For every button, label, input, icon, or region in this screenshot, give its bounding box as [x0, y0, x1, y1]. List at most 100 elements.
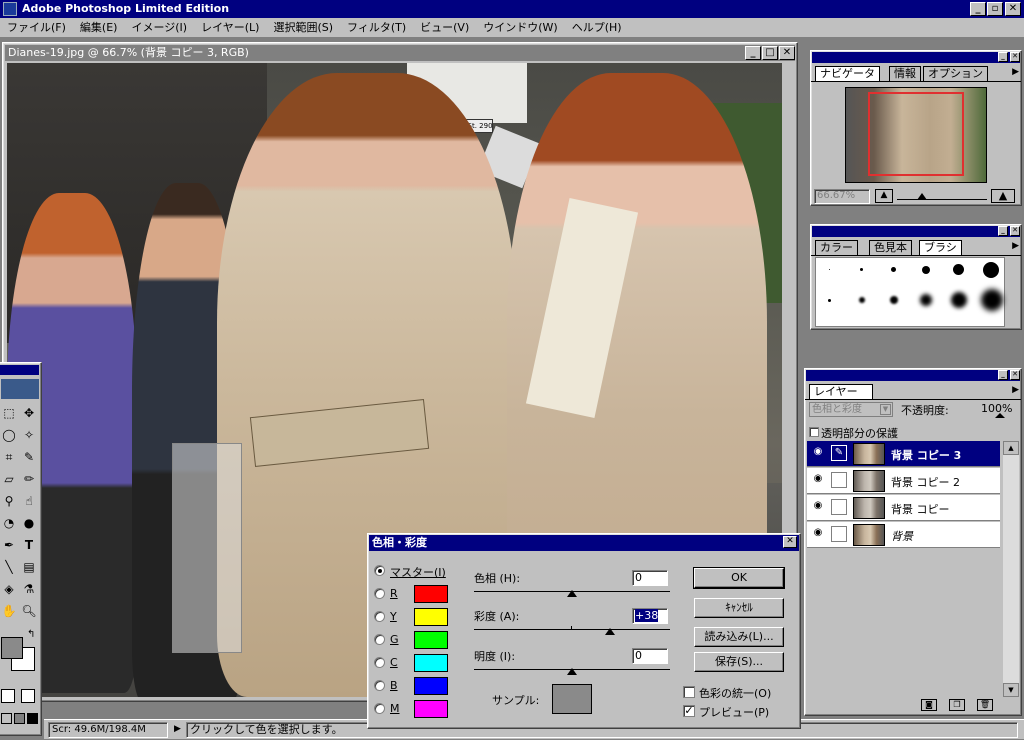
- load-button[interactable]: 読み込み(L)...: [694, 627, 784, 647]
- gradient-tool-icon[interactable]: ▤: [19, 557, 39, 577]
- navigator-zoom-slider[interactable]: [897, 199, 987, 200]
- colorize-checkbox[interactable]: [683, 686, 695, 698]
- brush-tip[interactable]: [983, 262, 999, 278]
- trash-icon[interactable]: 🗑︎: [977, 699, 993, 711]
- screen-mode-1-icon[interactable]: [1, 713, 12, 724]
- save-button[interactable]: 保存(S)...: [694, 652, 784, 672]
- layers-vscroll[interactable]: ▲ ▼: [1003, 441, 1019, 697]
- menu-item[interactable]: イメージ(I): [124, 18, 194, 37]
- eye-icon[interactable]: ◉: [811, 447, 825, 457]
- new-layer-icon[interactable]: ❐: [949, 699, 965, 711]
- preview-checkbox[interactable]: ✓: [683, 705, 695, 717]
- burn-tool-icon[interactable]: ●: [19, 513, 39, 533]
- status-arrow-icon[interactable]: ▶: [174, 724, 181, 734]
- eye-icon[interactable]: ◉: [811, 501, 825, 511]
- swap-colors-icon[interactable]: ↰: [27, 629, 35, 640]
- channel-radio[interactable]: [374, 680, 385, 691]
- brush-tip[interactable]: [891, 267, 896, 272]
- menu-item[interactable]: フィルタ(T): [340, 18, 413, 37]
- channel-radio[interactable]: [374, 611, 385, 622]
- ok-button[interactable]: OK: [693, 567, 785, 589]
- pen-tool-icon[interactable]: ✒: [0, 535, 19, 555]
- eye-icon[interactable]: ◉: [811, 474, 825, 484]
- foreground-color-swatch[interactable]: [1, 637, 23, 659]
- scratch-size[interactable]: Scr: 49.6M/198.4M: [48, 722, 168, 738]
- magic-wand-tool-icon[interactable]: ✧: [19, 425, 39, 445]
- zoom-out-icon[interactable]: ▲: [875, 189, 893, 203]
- zoom-in-icon[interactable]: ▲: [991, 189, 1015, 203]
- eraser-tool-icon[interactable]: ▱: [0, 469, 19, 489]
- preserve-transparency-checkbox[interactable]: [809, 427, 819, 437]
- lasso-tool-icon[interactable]: ◯: [0, 425, 19, 445]
- brush-tip[interactable]: [981, 289, 1003, 311]
- brush-tool-icon[interactable]: ✎: [19, 447, 39, 467]
- opacity-slider-thumb[interactable]: [995, 413, 1005, 418]
- stamp-tool-icon[interactable]: ⚲: [0, 491, 19, 511]
- layers-minimize-button[interactable]: _: [998, 370, 1008, 380]
- brushes-menu-arrow-icon[interactable]: ▶: [1012, 241, 1019, 251]
- hue-input[interactable]: 0: [632, 570, 668, 586]
- eye-icon[interactable]: ◉: [811, 528, 825, 538]
- saturation-input[interactable]: +38: [632, 608, 668, 624]
- channel-option[interactable]: R: [374, 585, 464, 605]
- channel-radio[interactable]: [374, 565, 385, 576]
- tab-swatches[interactable]: 色見本: [869, 240, 912, 255]
- tab-info[interactable]: 情報: [889, 66, 921, 81]
- brushes-minimize-button[interactable]: _: [998, 226, 1008, 236]
- layer-row-copy-2[interactable]: ◉ 背景 コピー 2: [807, 468, 1000, 494]
- document-minimize-button[interactable]: _: [745, 46, 761, 60]
- tab-color[interactable]: カラー: [815, 240, 858, 255]
- dodge-tool-icon[interactable]: ◔: [0, 513, 19, 533]
- type-tool-icon[interactable]: T: [19, 535, 39, 555]
- bucket-tool-icon[interactable]: ◈: [0, 579, 19, 599]
- navigator-preview[interactable]: [845, 87, 987, 183]
- blend-mode-select[interactable]: 色相と彩度 ▼: [809, 402, 893, 417]
- document-maximize-button[interactable]: □: [762, 46, 778, 60]
- tab-brushes[interactable]: ブラシ: [919, 240, 962, 255]
- saturation-slider-thumb[interactable]: [605, 628, 615, 635]
- tab-options[interactable]: オプション: [923, 66, 988, 81]
- channel-radio[interactable]: [374, 588, 385, 599]
- layer-link-box[interactable]: [831, 499, 847, 515]
- menu-item[interactable]: 選択範囲(S): [266, 18, 340, 37]
- saturation-slider[interactable]: [474, 629, 670, 630]
- channel-radio[interactable]: [374, 634, 385, 645]
- brush-tip[interactable]: [920, 294, 932, 306]
- channel-radio[interactable]: [374, 703, 385, 714]
- layer-link-box[interactable]: [831, 472, 847, 488]
- screen-mode-2-icon[interactable]: [14, 713, 25, 724]
- brush-tip[interactable]: [922, 266, 930, 274]
- brush-tip[interactable]: [860, 268, 863, 271]
- lightness-input[interactable]: 0: [632, 648, 668, 664]
- marquee-tool-icon[interactable]: ⬚: [0, 403, 19, 423]
- smudge-tool-icon[interactable]: ☝: [19, 491, 39, 511]
- menu-item[interactable]: ウインドウ(W): [476, 18, 564, 37]
- app-restore-button[interactable]: ▫: [987, 2, 1003, 16]
- menu-item[interactable]: ファイル(F): [0, 18, 73, 37]
- channel-option[interactable]: マスター(I): [374, 562, 464, 582]
- layer-mask-icon[interactable]: ◙: [921, 699, 937, 711]
- navigator-zoom-field[interactable]: 66.67%: [814, 189, 870, 204]
- brush-tip[interactable]: [953, 264, 964, 275]
- pencil-tool-icon[interactable]: ✏: [19, 469, 39, 489]
- app-close-button[interactable]: ✕: [1005, 2, 1021, 16]
- quickmask-mode-icon[interactable]: [21, 689, 35, 703]
- screen-mode-3-icon[interactable]: [27, 713, 38, 724]
- channel-radio[interactable]: [374, 657, 385, 668]
- menu-item[interactable]: ヘルプ(H): [565, 18, 629, 37]
- lightness-slider-thumb[interactable]: [567, 668, 577, 675]
- document-close-button[interactable]: ✕: [779, 46, 795, 60]
- layers-close-button[interactable]: ✕: [1010, 370, 1020, 380]
- cancel-button[interactable]: ｷｬﾝｾﾙ: [694, 598, 784, 618]
- menu-item[interactable]: レイヤー(L): [194, 18, 266, 37]
- layer-link-box[interactable]: [831, 526, 847, 542]
- menu-item[interactable]: 編集(E): [73, 18, 125, 37]
- layer-row-copy[interactable]: ◉ 背景 コピー: [807, 495, 1000, 521]
- channel-option[interactable]: G: [374, 631, 464, 651]
- brush-tip[interactable]: [828, 299, 831, 302]
- scroll-down-icon[interactable]: ▼: [1003, 683, 1019, 697]
- navigator-menu-arrow-icon[interactable]: ▶: [1012, 67, 1019, 77]
- hand-tool-icon[interactable]: ✋: [0, 601, 19, 621]
- zoom-tool-icon[interactable]: 🔍︎: [19, 601, 39, 621]
- navigator-minimize-button[interactable]: _: [998, 52, 1008, 62]
